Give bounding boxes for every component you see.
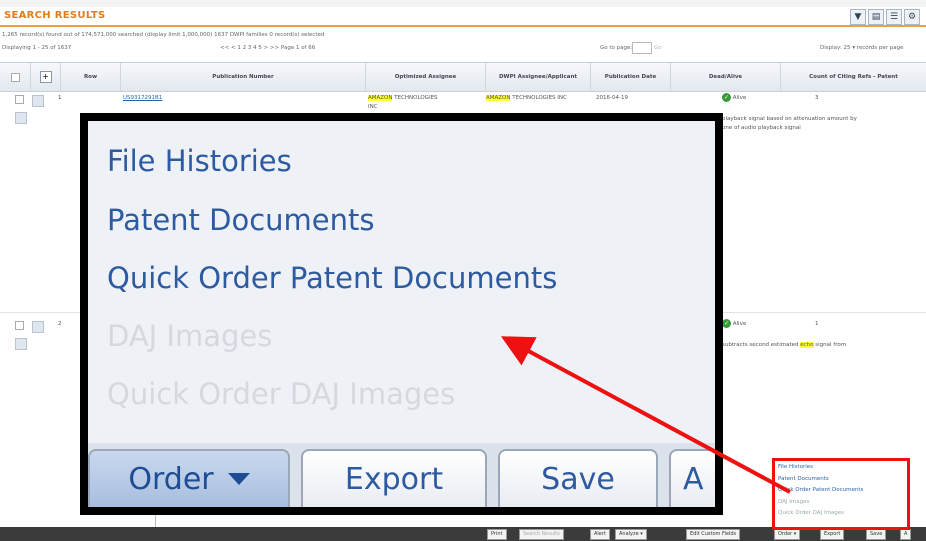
arrow-line xyxy=(500,336,791,494)
callout-arrow xyxy=(500,336,791,494)
